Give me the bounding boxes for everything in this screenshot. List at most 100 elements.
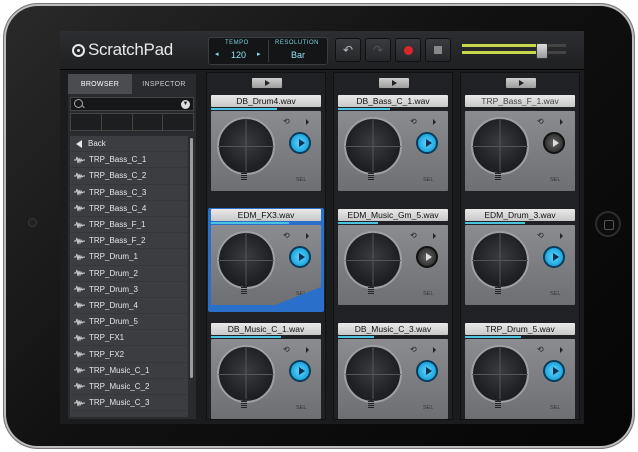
pad-knob[interactable] [344,345,402,403]
pad-menu-icon[interactable] [433,119,436,125]
pad-play-button[interactable] [543,246,565,268]
sel-label: SEL [550,405,561,411]
list-item[interactable]: TRP_Bass_F_2 [70,233,188,250]
pad-progress-bar [338,108,390,110]
pad-name: DB_Bass_C_1.wav [338,95,448,107]
pad-knob[interactable] [471,345,529,403]
list-item[interactable]: TRP_Bass_F_1 [70,217,188,234]
record-button[interactable] [395,38,421,62]
tab-inspector[interactable]: INSPECTOR [132,74,196,94]
sample-pad[interactable]: EDM_Music_Gm_5.wav ⟲ SEL [335,208,451,312]
list-item[interactable]: TRP_FX1 [70,330,188,347]
waveform-icon [74,350,85,358]
loop-icon[interactable]: ⟲ [283,231,290,240]
tempo-decrease-icon[interactable]: ◂ [215,50,219,58]
loop-icon[interactable]: ⟲ [410,117,417,126]
sample-pad[interactable]: DB_Bass_C_1.wav ⟲ SEL [335,94,451,198]
pad-play-button[interactable] [416,132,438,154]
pad-menu-icon[interactable] [560,347,563,353]
stop-button[interactable] [425,38,451,62]
list-item[interactable]: TRP_Drum_5 [70,314,188,331]
home-button[interactable] [595,211,621,237]
loop-icon[interactable]: ⟲ [410,231,417,240]
pad-play-button[interactable] [416,246,438,268]
search-input[interactable]: ▼ [70,97,194,111]
pad-menu-icon[interactable] [433,347,436,353]
loop-icon[interactable]: ⟲ [537,345,544,354]
list-item[interactable]: TRP_Bass_C_1 [70,152,188,169]
list-scrollbar[interactable] [190,138,193,378]
column-play-button[interactable] [378,77,410,89]
pad-play-button[interactable] [543,360,565,382]
pad-play-button[interactable] [416,360,438,382]
sel-label: SEL [423,405,434,411]
list-item[interactable]: TRP_Music_C_2 [70,379,188,395]
list-item[interactable]: TRP_FX2 [70,346,188,363]
volume-track-bottom[interactable] [462,51,566,54]
pad-play-button[interactable] [289,246,311,268]
pad-play-button[interactable] [543,132,565,154]
volume-sliders[interactable] [456,37,576,63]
loop-icon[interactable]: ⟲ [537,117,544,126]
pad-knob[interactable] [217,345,275,403]
sample-pad[interactable]: TRP_Bass_F_1.wav ⟲ SEL [462,94,578,198]
sample-pad[interactable]: DB_Music_C_1.wav ⟲ SEL [208,322,324,424]
filter-slot-4[interactable] [163,114,193,130]
filter-slot-3[interactable] [132,114,164,130]
loop-icon[interactable]: ⟲ [283,117,290,126]
sample-pad[interactable]: TRP_Drum_5.wav ⟲ SEL [462,322,578,424]
list-item[interactable]: TRP_Music_C_3 [70,395,188,412]
loop-icon[interactable]: ⟲ [410,345,417,354]
pad-play-button[interactable] [289,360,311,382]
undo-button[interactable]: ↶ [335,38,361,62]
pad-progress-bar [338,222,378,224]
sample-pad[interactable]: DB_Drum4.wav ⟲ SEL [208,94,324,198]
pad-body: ⟲ SEL [211,339,321,419]
list-item[interactable]: TRP_Bass_C_3 [70,185,188,201]
loop-icon[interactable]: ⟲ [283,345,290,354]
sample-pad[interactable]: EDM_Drum_3.wav ⟲ SEL [462,208,578,312]
back-item[interactable]: Back [70,136,188,153]
knob-divider [372,346,374,403]
pad-play-button[interactable] [289,132,311,154]
column-play-button[interactable] [251,77,283,89]
column-play-button[interactable] [505,77,537,89]
volume-track-top[interactable] [462,44,566,47]
waveform-icon [74,205,85,213]
resolution-value[interactable]: Bar [291,50,305,60]
level-meter [368,285,374,295]
tempo-increase-icon[interactable]: ▸ [257,50,261,58]
pad-knob[interactable] [217,231,275,289]
list-item[interactable]: TRP_Drum_3 [70,282,188,298]
filter-slot-2[interactable] [101,114,133,130]
list-item[interactable]: TRP_Bass_C_4 [70,201,188,217]
pad-knob[interactable] [471,231,529,289]
pad-menu-icon[interactable] [560,119,563,125]
pad-knob[interactable] [217,117,275,175]
stop-icon [434,46,442,54]
list-item[interactable]: TRP_Music_C_1 [70,363,188,379]
pad-menu-icon[interactable] [433,233,436,239]
list-item[interactable]: TRP_Drum_1 [70,249,188,266]
sel-label: SEL [550,291,561,297]
pad-knob[interactable] [344,117,402,175]
pad-menu-icon[interactable] [306,347,309,353]
list-item[interactable]: TRP_Drum_2 [70,266,188,282]
pad-knob[interactable] [344,231,402,289]
pad-menu-icon[interactable] [306,233,309,239]
list-item[interactable]: TRP_Bass_C_2 [70,168,188,185]
redo-button[interactable]: ↷ [365,38,391,62]
chevron-down-icon[interactable]: ▼ [181,100,190,109]
pad-menu-icon[interactable] [560,233,563,239]
sample-pad[interactable]: EDM_FX3.wav ⟲ SEL [208,208,324,312]
tempo-value[interactable]: 120 [231,50,246,60]
volume-knob[interactable] [536,43,548,59]
tab-browser[interactable]: BROWSER [68,74,132,94]
pad-menu-icon[interactable] [306,119,309,125]
sample-pad[interactable]: DB_Music_C_3.wav ⟲ SEL [335,322,451,424]
loop-icon[interactable]: ⟲ [537,231,544,240]
filter-slot-1[interactable] [71,114,102,130]
list-item[interactable]: TRP_Drum_4 [70,298,188,315]
pad-name: EDM_Music_Gm_5.wav [338,209,448,221]
pad-knob[interactable] [471,117,529,175]
